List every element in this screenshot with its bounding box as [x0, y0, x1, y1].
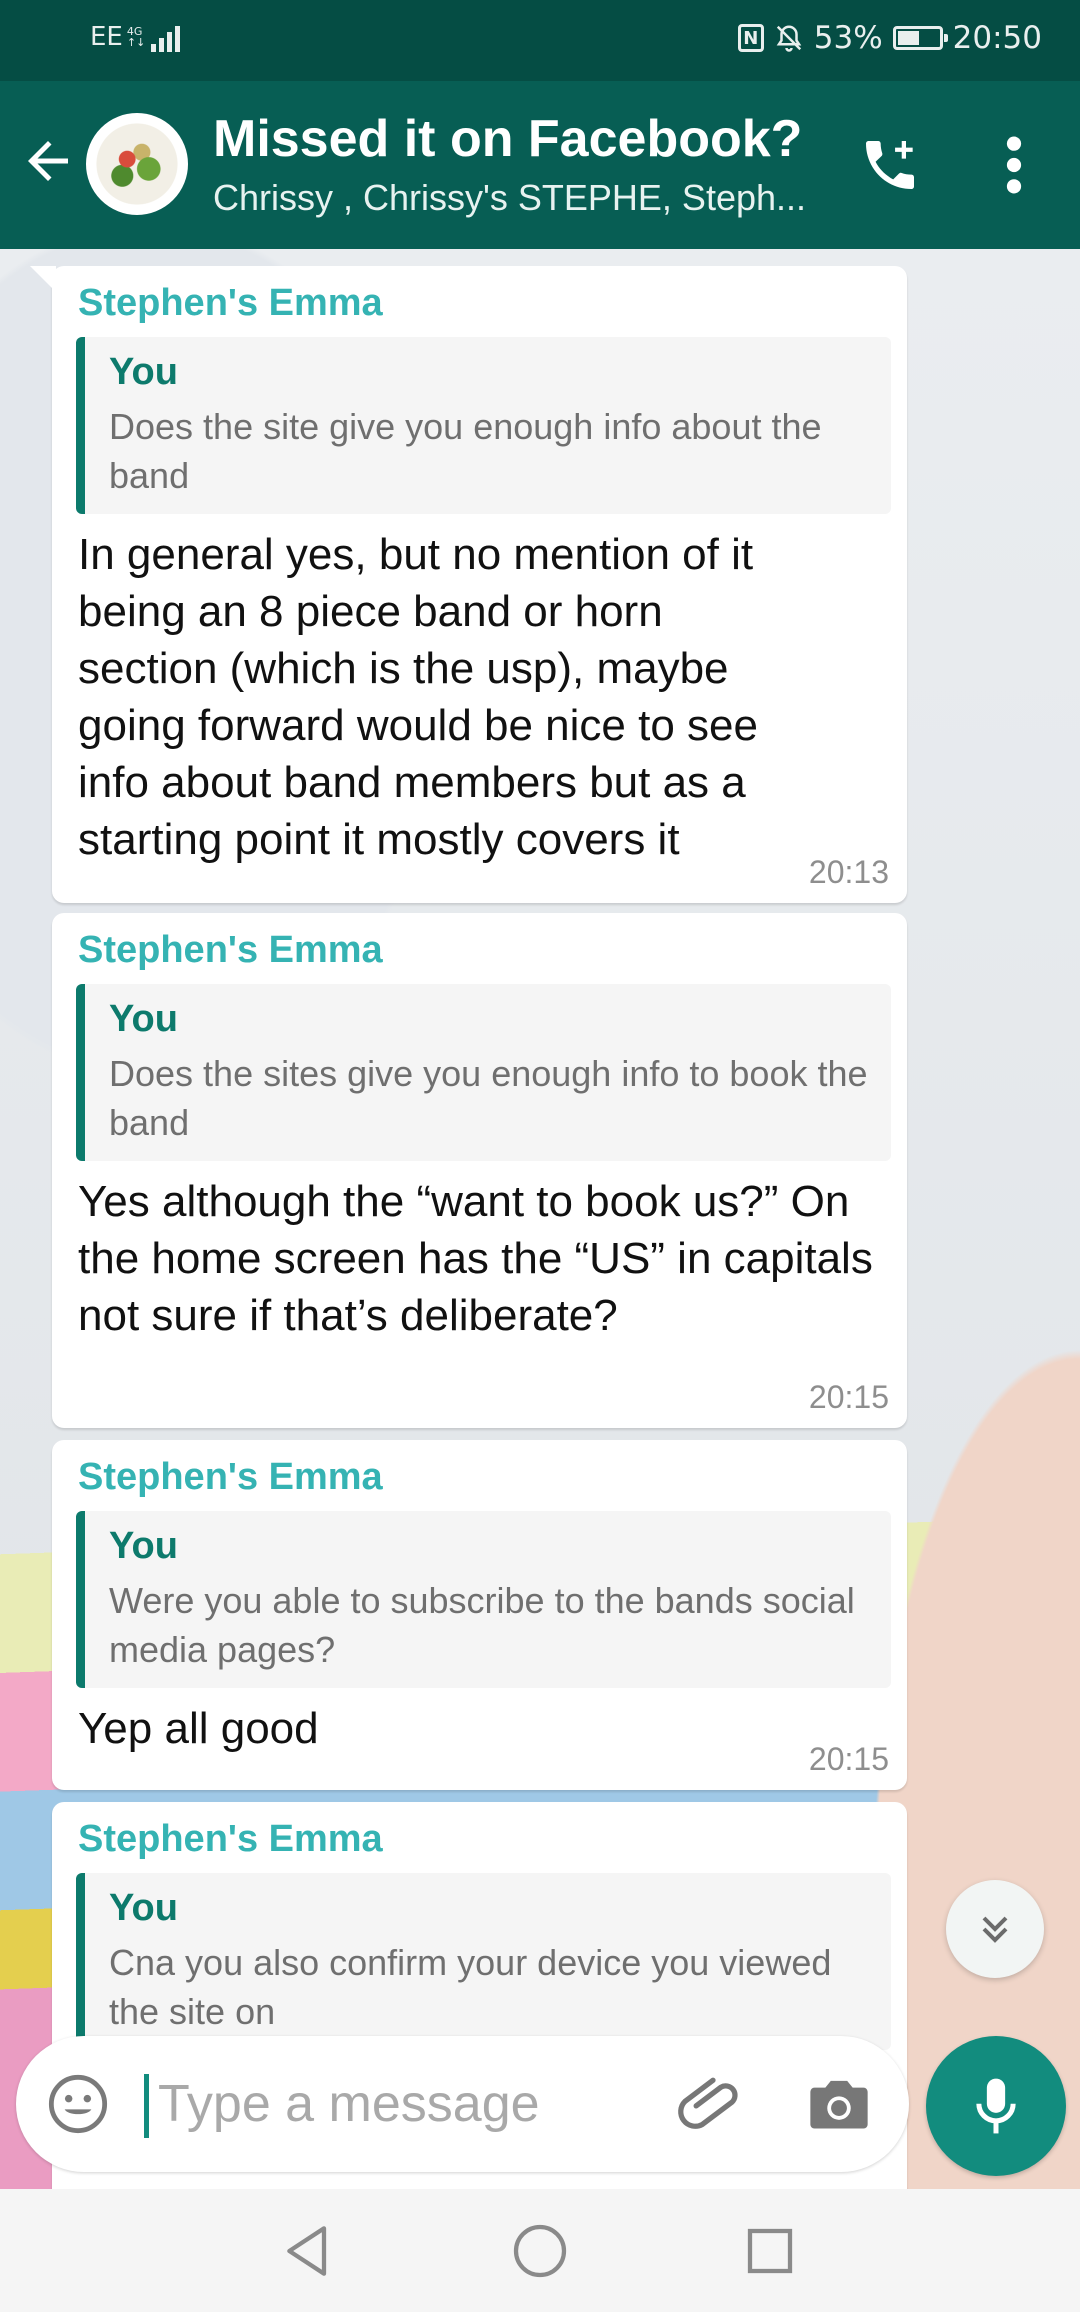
status-right: N 53% 20:50 — [737, 20, 1042, 56]
message-text: In general yes, but no mention of it bei… — [78, 530, 758, 864]
clock: 20:50 — [952, 20, 1042, 56]
quote-text: Does the sites give you enough info to b… — [109, 1053, 868, 1143]
quoted-message[interactable]: You Does the site give you enough info a… — [76, 337, 891, 514]
message-composer — [16, 2036, 909, 2172]
group-avatar[interactable] — [86, 113, 188, 215]
network-type: 4G ↑↓ — [127, 26, 145, 48]
message-list[interactable]: Stephen's Emma You Does the site give yo… — [0, 249, 1080, 2189]
quote-text: Does the site give you enough info about… — [109, 406, 822, 496]
square-recents-icon[interactable] — [738, 2219, 802, 2283]
quote-author: You — [109, 351, 178, 393]
quoted-message[interactable]: You Does the sites give you enough info … — [76, 984, 891, 1161]
chat-header: Missed it on Facebook? Chrissy , Chrissy… — [0, 81, 1080, 249]
arrow-left-icon[interactable] — [18, 131, 78, 191]
more-vert-icon[interactable] — [996, 133, 1032, 197]
message-sender[interactable]: Stephen's Emma — [78, 282, 891, 325]
message-sender[interactable]: Stephen's Emma — [78, 1818, 891, 1861]
quote-author: You — [109, 1887, 178, 1929]
camera-icon[interactable] — [806, 2074, 872, 2134]
paperclip-icon[interactable] — [676, 2070, 746, 2140]
message-bubble[interactable]: Stephen's Emma You Does the site give yo… — [30, 266, 907, 903]
quote-author: You — [109, 1525, 178, 1567]
message-time: 20:15 — [808, 1741, 889, 1777]
battery-icon — [892, 26, 948, 50]
quote-text: Were you able to subscribe to the bands … — [109, 1580, 855, 1670]
status-left: EE 4G ↑↓ — [90, 22, 181, 52]
system-nav-bar — [0, 2189, 1080, 2312]
scroll-to-bottom-button[interactable] — [946, 1880, 1044, 1978]
quote-author: You — [109, 998, 178, 1040]
voice-record-button[interactable] — [926, 2036, 1066, 2176]
group-participants[interactable]: Chrissy , Chrissy's STEPHE, Steph... — [213, 177, 823, 219]
text-cursor — [144, 2074, 149, 2138]
group-title[interactable]: Missed it on Facebook? — [213, 109, 813, 169]
triangle-back-icon[interactable] — [276, 2219, 340, 2283]
message-bubble[interactable]: Stephen's Emma You Were you able to subs… — [52, 1440, 907, 1790]
add-call-icon[interactable] — [858, 133, 922, 197]
message-bubble[interactable]: Stephen's Emma You Does the sites give y… — [52, 913, 907, 1428]
quoted-message[interactable]: You Were you able to subscribe to the ba… — [76, 1511, 891, 1688]
status-bar: EE 4G ↑↓ N 53% 20:50 — [0, 0, 1080, 81]
message-sender[interactable]: Stephen's Emma — [78, 929, 891, 972]
signal-icon — [151, 22, 181, 52]
network-activity-label: ↑↓ — [126, 36, 146, 49]
microphone-icon — [976, 2078, 1016, 2134]
quote-text: Cna you also confirm your device you vie… — [109, 1942, 832, 2032]
carrier-label: EE — [90, 22, 123, 52]
emoji-icon[interactable] — [46, 2072, 110, 2136]
message-time: 20:13 — [808, 854, 889, 890]
mute-bell-icon — [776, 25, 802, 52]
double-chevron-down-icon — [982, 1916, 1008, 1943]
message-text: Yep all good — [78, 1704, 319, 1753]
message-text: Yes although the “want to book us?” On t… — [78, 1177, 873, 1340]
nfc-icon: N — [737, 24, 764, 52]
battery-percent: 53% — [813, 20, 883, 56]
message-input[interactable] — [158, 2064, 638, 2144]
circle-home-icon[interactable] — [508, 2219, 572, 2283]
message-time: 20:15 — [808, 1379, 889, 1415]
message-sender[interactable]: Stephen's Emma — [78, 1456, 891, 1499]
quoted-message[interactable]: You Cna you also confirm your device you… — [76, 1873, 891, 2050]
